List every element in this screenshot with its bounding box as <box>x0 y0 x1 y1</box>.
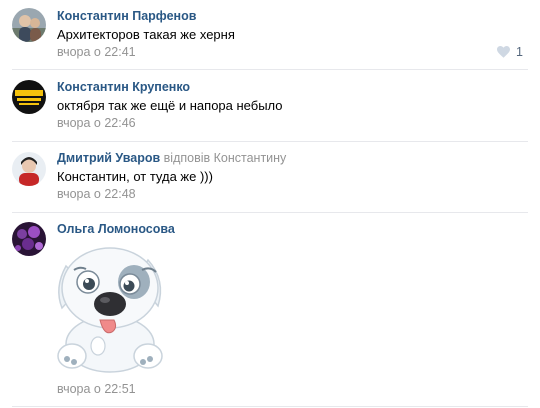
avatar[interactable] <box>12 152 46 186</box>
like-count: 1 <box>516 45 523 59</box>
comment-timestamp[interactable]: вчора о 22:46 <box>57 116 136 130</box>
author-name-text[interactable]: Дмитрий Уваров <box>57 151 160 165</box>
comment-divider <box>12 212 528 213</box>
comment-divider <box>12 69 528 70</box>
author-name-text[interactable]: Константин Парфенов <box>57 9 196 23</box>
logo-avatar-icon <box>12 80 46 114</box>
comment-text: Константин, от туда же ))) <box>57 169 213 184</box>
comment-timestamp[interactable]: вчора о 22:41 <box>57 45 136 59</box>
user-photo-avatar-icon <box>12 152 46 186</box>
like-button[interactable]: 1 <box>497 45 523 59</box>
author-name-text[interactable]: Ольга Ломоносова <box>57 222 175 236</box>
author-name[interactable]: Ольга Ломоносова <box>57 222 175 236</box>
reply-to-label[interactable]: відповів Константину <box>164 151 287 165</box>
author-name[interactable]: Константин Крупенко <box>57 80 190 94</box>
author-name: Дмитрий Уваров відповів Константину <box>57 151 286 165</box>
heart-icon <box>497 46 511 58</box>
comment-divider <box>12 141 528 142</box>
user-photo-avatar-icon <box>12 8 46 42</box>
flowers-avatar-icon <box>12 222 46 256</box>
avatar[interactable] <box>12 8 46 42</box>
dog-sticker-icon <box>57 247 163 373</box>
comment-text: Архитекторов такая же херня <box>57 27 235 42</box>
comment-timestamp[interactable]: вчора о 22:51 <box>57 382 136 396</box>
comment-timestamp[interactable]: вчора о 22:48 <box>57 187 136 201</box>
sticker-image[interactable] <box>52 236 168 376</box>
avatar[interactable] <box>12 80 46 114</box>
author-name[interactable]: Константин Парфенов <box>57 9 196 23</box>
author-name-text[interactable]: Константин Крупенко <box>57 80 190 94</box>
comment-text: октября так же ещё и напора небыло <box>57 98 283 113</box>
avatar[interactable] <box>12 222 46 256</box>
comment-divider <box>12 406 528 407</box>
